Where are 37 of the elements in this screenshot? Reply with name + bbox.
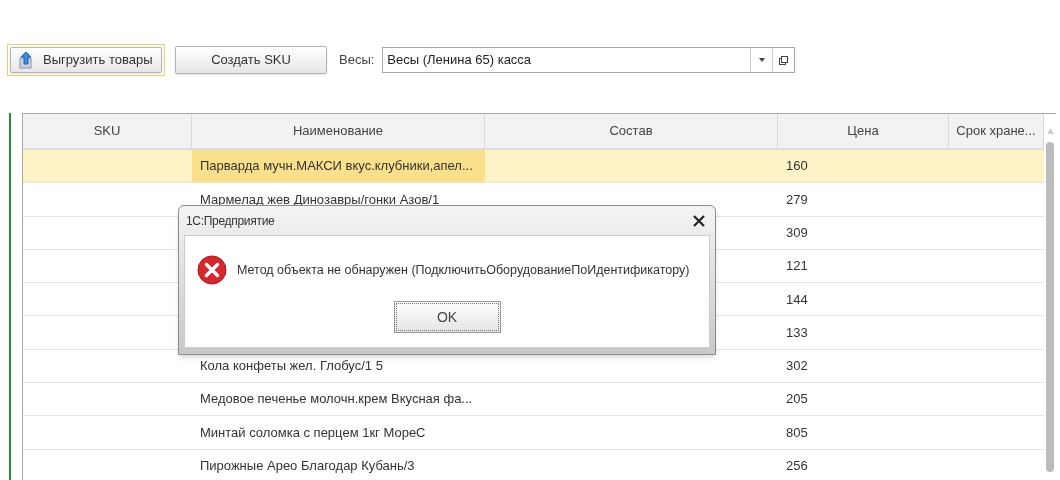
error-message: Метод объекта не обнаружен (ПодключитьОборудованиеПоИдентификатору)	[237, 261, 690, 279]
table-cell-text: Пирожные Арео Благодар Кубань/3	[200, 457, 415, 476]
scales-dropdown[interactable]: Весы (Ленина 65) касса	[382, 47, 796, 73]
table-row[interactable]: Парварда мучн.МАКСИ вкус.клубники,апел... 160	[23, 150, 1044, 184]
column-header[interactable]: Цена	[847, 121, 879, 141]
export-button[interactable]: Выгрузить товары	[10, 47, 162, 73]
scales-label: Весы:	[339, 51, 375, 70]
column-header[interactable]: Состав	[609, 121, 653, 141]
table-cell-text: Кола конфеты жел. Глобус/1 5	[200, 357, 383, 376]
table-cell-text: 805	[786, 423, 808, 442]
create-sku-button[interactable]: Создать SKU	[175, 46, 327, 74]
table-row[interactable]: Медовое печенье молочн.крем Вкусная фа... 205	[23, 383, 1044, 417]
table-row[interactable]: Пирожные Арео Благодар Кубань/3 256	[23, 449, 1044, 480]
table-cell-text: 160	[786, 157, 808, 176]
table-cell-text: 144	[786, 290, 808, 309]
close-icon[interactable]	[693, 214, 705, 227]
column-header[interactable]: SKU	[93, 121, 121, 141]
table-cell-text: Минтай соломка с перцем 1кг МореС	[200, 423, 426, 442]
table-cell-text: 205	[786, 390, 808, 409]
table-cell-text: 309	[786, 224, 808, 242]
table-cell-text: Парварда мучн.МАКСИ вкус.клубники,апел...	[200, 157, 473, 176]
table-cell-text: Медовое печенье молочн.крем Вкусная фа...	[200, 390, 473, 409]
column-header[interactable]: Срок хране...	[956, 121, 1036, 141]
table-row[interactable]: Минтай соломка с перцем 1кг МореС 805	[23, 416, 1044, 450]
upload-icon	[19, 51, 35, 69]
table-cell-text: 256	[786, 457, 808, 476]
dropdown-arrow-icon	[758, 58, 765, 62]
column-header[interactable]: Наименование	[292, 121, 384, 141]
scroll-up-icon[interactable]	[1047, 128, 1054, 134]
table-cell-text: 121	[786, 257, 808, 276]
error-icon	[197, 255, 227, 285]
table-cell-text: 279	[786, 190, 808, 209]
ok-button[interactable]: OK	[393, 301, 501, 333]
table-cell-text: Мармелад жев Динозавры/гонки Азов/1	[200, 190, 440, 209]
table-cell-text: 302	[786, 357, 808, 376]
table-cell-text: 133	[786, 323, 808, 342]
open-window-icon	[779, 55, 789, 65]
